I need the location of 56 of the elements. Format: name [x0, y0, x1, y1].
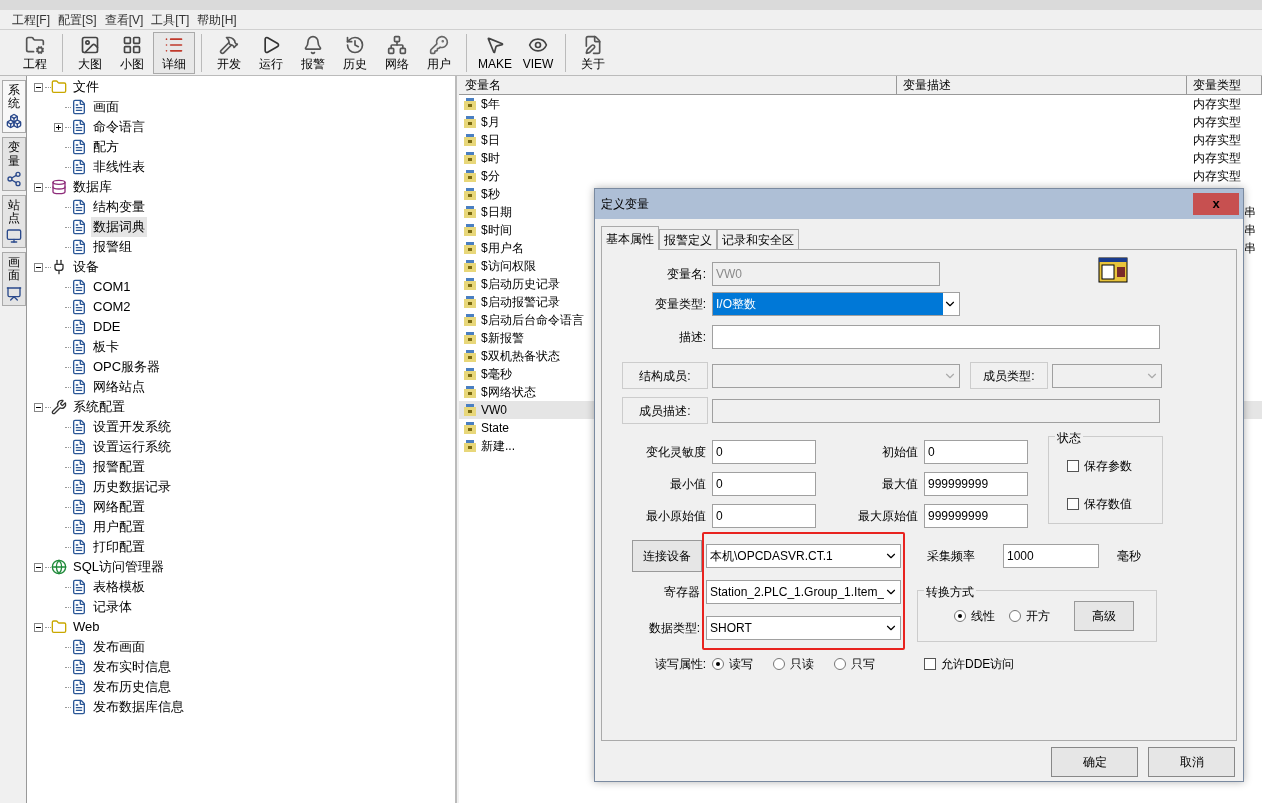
- radio-label: 只写: [851, 656, 875, 673]
- variable-name: $毫秒: [481, 366, 512, 383]
- field-label: 变化灵敏度: [645, 444, 707, 461]
- variable-type: 内存实型: [1193, 96, 1241, 113]
- field-label: 采集频率: [926, 548, 976, 565]
- field-label: 初始值: [881, 444, 919, 461]
- variable-name: $时间: [481, 222, 512, 239]
- radio-label: 开方: [1026, 608, 1050, 625]
- field-label: 成员描述:: [622, 397, 708, 424]
- variable-name: $访问权限: [481, 258, 536, 275]
- checkbox-label: 保存数值: [1084, 496, 1132, 513]
- variable-name: $网络状态: [481, 384, 536, 401]
- variable-type: 内存实型: [1193, 150, 1241, 167]
- radio-label: 只读: [790, 656, 814, 673]
- variable-name: $启动后台命令语言: [481, 312, 584, 329]
- variable-type: 串: [1244, 204, 1256, 221]
- field-label: 最大原始值: [857, 508, 919, 525]
- field-label: 成员类型:: [970, 362, 1048, 389]
- field-label: 最小值: [669, 476, 707, 493]
- variable-name: $时: [481, 150, 500, 167]
- variable-type: 串: [1244, 222, 1256, 239]
- field-label: 读写属性:: [653, 656, 707, 673]
- dialog-title: 定义变量: [601, 196, 650, 213]
- field-label: 变量名:: [665, 266, 707, 283]
- checkbox-label: 允许DDE访问: [941, 656, 1015, 673]
- field-label: 数据类型:: [647, 620, 701, 637]
- variable-name: $秒: [481, 186, 500, 203]
- unit-label: 毫秒: [1117, 548, 1141, 565]
- radio-label: 线性: [971, 608, 995, 625]
- variable-name: $月: [481, 114, 500, 131]
- variable-name: State: [481, 420, 510, 437]
- field-label: 最小原始值: [645, 508, 707, 525]
- checkbox-label: 保存参数: [1084, 458, 1132, 475]
- variable-type: 内存实型: [1193, 114, 1241, 131]
- variable-name: $年: [481, 96, 500, 113]
- variable-name: $新报警: [481, 330, 524, 347]
- variable-type: 内存实型: [1193, 132, 1241, 149]
- group-title: 转换方式: [924, 583, 976, 601]
- field-label: 变量类型:: [653, 296, 707, 313]
- field-label: 描述:: [677, 329, 707, 346]
- field-label: 寄存器: [663, 584, 701, 601]
- variable-name: 新建...: [481, 438, 515, 455]
- variable-name: $用户名: [481, 240, 524, 257]
- variable-name: $分: [481, 168, 500, 185]
- variable-name: $启动报警记录: [481, 294, 560, 311]
- variable-name: $日期: [481, 204, 512, 221]
- variable-name: $启动历史记录: [481, 276, 560, 293]
- variable-name: $日: [481, 132, 500, 149]
- variable-type: 内存实型: [1193, 168, 1241, 185]
- variable-type: 串: [1244, 240, 1256, 257]
- variable-name: $双机热备状态: [481, 348, 560, 365]
- variable-name: VW0: [481, 402, 507, 419]
- group-title: 状态: [1055, 429, 1083, 447]
- field-label: 结构成员:: [622, 362, 708, 389]
- field-label: 最大值: [881, 476, 919, 493]
- radio-label: 读写: [729, 656, 753, 673]
